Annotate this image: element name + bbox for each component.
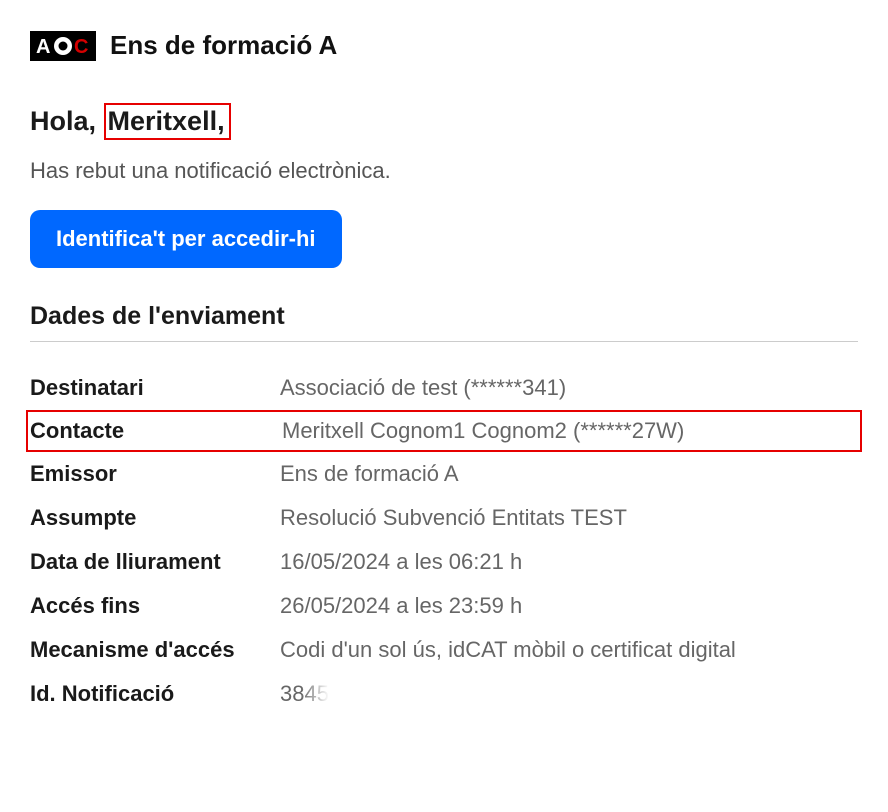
value-contacte: Meritxell Cognom1 Cognom2 (******27W) [282, 418, 684, 444]
value-assumpte: Resolució Subvenció Entitats TEST [280, 505, 627, 531]
intro-text: Has rebut una notificació electrònica. [30, 158, 858, 184]
value-destinatari: Associació de test (******341) [280, 375, 566, 401]
id-notif-value-faded: 38455 [280, 681, 341, 707]
label-mecanisme: Mecanisme d'accés [30, 637, 280, 663]
svg-text:C: C [74, 36, 88, 58]
header: A C Ens de formació A [30, 30, 858, 61]
greeting: Hola, Meritxell, [30, 103, 858, 140]
label-contacte: Contacte [30, 418, 282, 444]
label-id-notificacio: Id. Notificació [30, 681, 280, 707]
org-name: Ens de formació A [110, 30, 337, 61]
row-contacte-highlight: Contacte Meritxell Cognom1 Cognom2 (****… [26, 410, 862, 452]
value-acces-fins: 26/05/2024 a les 23:59 h [280, 593, 522, 619]
value-mecanisme: Codi d'un sol ús, idCAT mòbil o certific… [280, 637, 736, 663]
value-id-notificacio: 38455 [280, 681, 341, 707]
aoc-logo: A C [30, 31, 96, 61]
svg-text:A: A [36, 36, 50, 58]
label-data-lliurament: Data de lliurament [30, 549, 280, 575]
row-data-lliurament: Data de lliurament 16/05/2024 a les 06:2… [30, 540, 858, 584]
greeting-name-highlight: Meritxell, [104, 103, 231, 140]
label-destinatari: Destinatari [30, 375, 280, 401]
greeting-prefix: Hola, [30, 106, 96, 136]
section-title: Dades de l'enviament [30, 302, 858, 331]
row-id-notificacio: Id. Notificació 38455 [30, 672, 858, 716]
row-assumpte: Assumpte Resolució Subvenció Entitats TE… [30, 496, 858, 540]
identify-access-button[interactable]: Identifica't per accedir-hi [30, 210, 342, 268]
value-data-lliurament: 16/05/2024 a les 06:21 h [280, 549, 522, 575]
row-acces-fins: Accés fins 26/05/2024 a les 23:59 h [30, 584, 858, 628]
label-acces-fins: Accés fins [30, 593, 280, 619]
row-destinatari: Destinatari Associació de test (******34… [30, 366, 858, 410]
row-emissor: Emissor Ens de formació A [30, 452, 858, 496]
value-emissor: Ens de formació A [280, 461, 459, 487]
row-mecanisme: Mecanisme d'accés Codi d'un sol ús, idCA… [30, 628, 858, 672]
label-assumpte: Assumpte [30, 505, 280, 531]
label-emissor: Emissor [30, 461, 280, 487]
divider [30, 341, 858, 342]
